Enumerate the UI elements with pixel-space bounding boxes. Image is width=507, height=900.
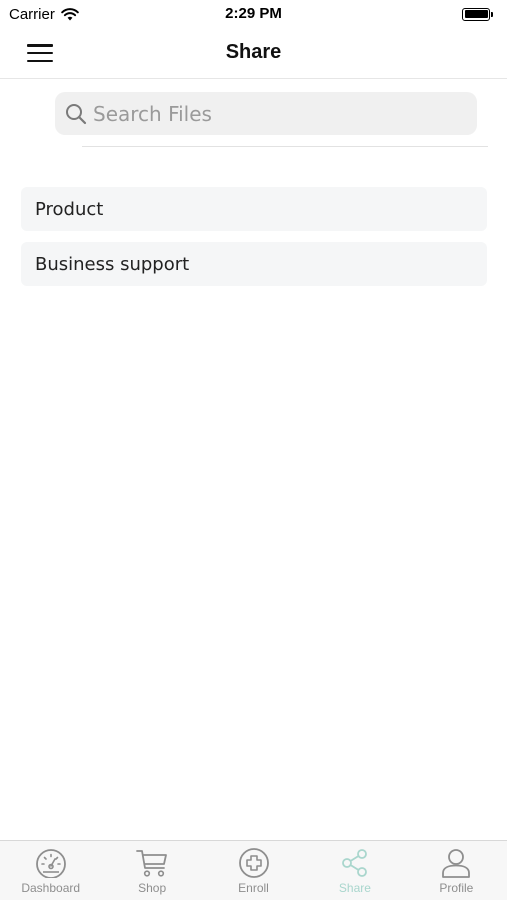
person-icon [442, 849, 471, 878]
nav-bar: Share [0, 28, 507, 79]
share-icon [342, 849, 367, 877]
status-bar: Carrier 2:29 PM [0, 0, 507, 28]
list-item-label: Business support [35, 253, 190, 275]
tab-shop[interactable]: Shop [101, 841, 202, 900]
tab-enroll[interactable]: Enroll [203, 841, 304, 900]
status-time: 2:29 PM [225, 5, 282, 22]
search-input[interactable] [93, 101, 453, 126]
search-divider [82, 146, 488, 147]
list-item-product[interactable]: Product [21, 187, 487, 231]
tab-dashboard[interactable]: Dashboard [0, 841, 101, 900]
list-item-business-support[interactable]: Business support [21, 242, 487, 286]
cart-icon [136, 850, 168, 877]
tab-share[interactable]: Share [304, 841, 405, 900]
share-screen: Carrier 2:29 PM Share Product Busine [0, 0, 507, 900]
tab-label: Profile [439, 881, 474, 895]
list-item-label: Product [35, 198, 104, 220]
tab-bar: Dashboard Shop Enroll Share Profile [0, 840, 507, 900]
tab-label: Enroll [238, 881, 269, 895]
dashboard-gauge-icon [35, 849, 66, 878]
page-title: Share [225, 41, 282, 63]
tab-label: Shop [138, 881, 167, 895]
tab-profile[interactable]: Profile [406, 841, 507, 900]
tab-label: Share [338, 881, 371, 895]
search-bar[interactable] [55, 92, 477, 135]
tab-label: Dashboard [21, 881, 81, 895]
battery-icon [462, 7, 493, 21]
plus-circle-icon [238, 848, 269, 878]
search-icon [66, 103, 87, 124]
